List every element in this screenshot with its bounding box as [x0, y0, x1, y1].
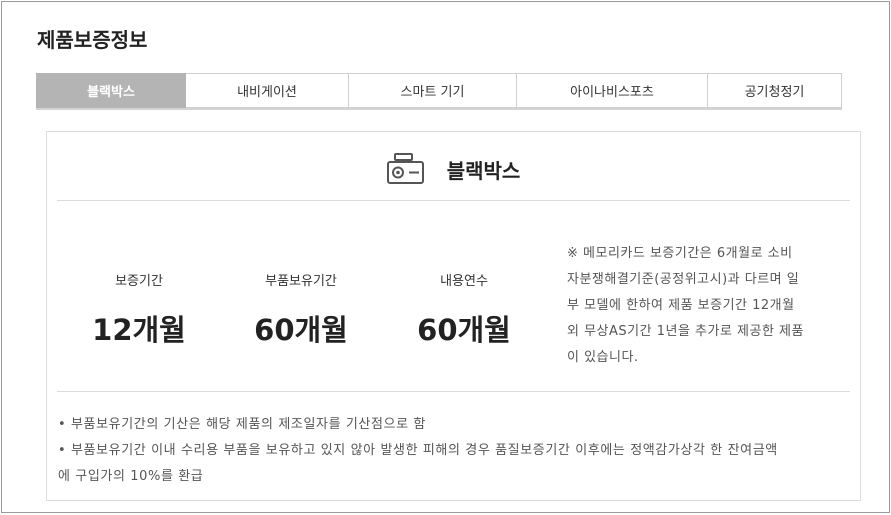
note-line: 이 있습니다.: [567, 350, 639, 365]
tab-smart-device[interactable]: 스마트 기기: [349, 73, 517, 108]
memory-card-note: ※ 메모리카드 보증기간은 6개월로 소비 자분쟁해결기준(공정위고시)과 다르…: [567, 241, 839, 371]
tab-navigation[interactable]: 내비게이션: [186, 73, 349, 108]
note-line: 부 모델에 한하여 제품 보증기간 12개월: [567, 298, 795, 313]
bullet-item: 에 구입가의 10%를 환급: [58, 469, 204, 484]
product-tabs: 블랙박스 내비게이션 스마트 기기 아이나비스포츠 공기청정기: [36, 73, 842, 110]
note-line: 외 무상AS기간 1년을 추가로 제공한 제품: [567, 324, 804, 339]
bullet-item: • 부품보유기간의 기산은 해당 제품의 제조일자를 기산점으로 함: [58, 417, 426, 432]
stat-value: 60개월: [254, 313, 348, 347]
stat-label: 내용연수: [440, 274, 488, 289]
stat-label: 부품보유기간: [265, 274, 337, 289]
tab-blackbox[interactable]: 블랙박스: [36, 73, 186, 108]
note-line: ※ 메모리카드 보증기간은 6개월로 소비: [567, 246, 793, 261]
bullet-item: • 부품보유기간 이내 수리용 부품을 보유하고 있지 않아 발생한 피해의 경…: [58, 443, 778, 458]
panel-header: 블랙박스: [57, 132, 850, 201]
stat-value: 60개월: [417, 313, 511, 347]
dashcam-icon: [386, 153, 424, 184]
stat-label: 보증기간: [115, 274, 163, 289]
panel-title: 블랙박스: [446, 158, 521, 183]
note-line: 자분쟁해결기준(공정위고시)과 다르며 일: [567, 272, 800, 287]
tab-air-purifier[interactable]: 공기청정기: [708, 73, 842, 108]
tab-inavi-sports[interactable]: 아이나비스포츠: [517, 73, 708, 108]
divider: [57, 391, 850, 392]
page-title: 제품보증정보: [37, 28, 148, 52]
policy-bullets: • 부품보유기간의 기산은 해당 제품의 제조일자를 기산점으로 함 • 부품보…: [58, 412, 853, 490]
warranty-panel: 블랙박스 보증기간 12개월 부품보유기간 60개월 내용연수 60개월 ※ 메…: [46, 131, 861, 501]
stat-value: 12개월: [92, 313, 186, 347]
